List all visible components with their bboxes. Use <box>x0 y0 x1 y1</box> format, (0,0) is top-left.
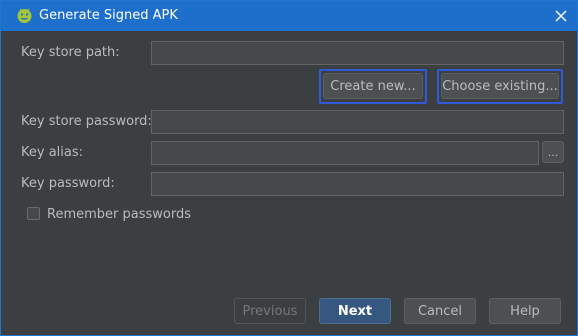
create-new-button[interactable]: Create new... <box>323 73 423 99</box>
window-title: Generate Signed APK <box>39 8 178 23</box>
key-alias-browse-button[interactable]: ... <box>542 141 564 163</box>
key-store-password-field[interactable] <box>151 110 564 134</box>
android-icon <box>17 8 32 23</box>
key-store-path-label: Key store path: <box>21 45 120 60</box>
next-button[interactable]: Next <box>319 298 391 324</box>
key-store-password-label: Key store password: <box>21 114 152 129</box>
remember-passwords-label[interactable]: Remember passwords <box>47 207 191 222</box>
key-password-label: Key password: <box>21 176 115 191</box>
cancel-button[interactable]: Cancel <box>404 298 476 324</box>
remember-passwords-checkbox[interactable] <box>27 207 40 220</box>
key-store-path-field[interactable] <box>151 41 564 65</box>
close-button[interactable] <box>550 5 572 27</box>
key-password-field[interactable] <box>151 172 564 196</box>
close-icon <box>555 10 567 22</box>
generate-signed-apk-dialog: Generate Signed APK Key store path: Crea… <box>0 0 578 336</box>
key-alias-label: Key alias: <box>21 145 84 160</box>
previous-button[interactable]: Previous <box>234 298 306 324</box>
title-bar[interactable]: Generate Signed APK <box>1 1 577 31</box>
help-button[interactable]: Help <box>489 298 561 324</box>
choose-existing-button[interactable]: Choose existing... <box>441 73 559 99</box>
key-alias-field[interactable] <box>151 141 539 165</box>
